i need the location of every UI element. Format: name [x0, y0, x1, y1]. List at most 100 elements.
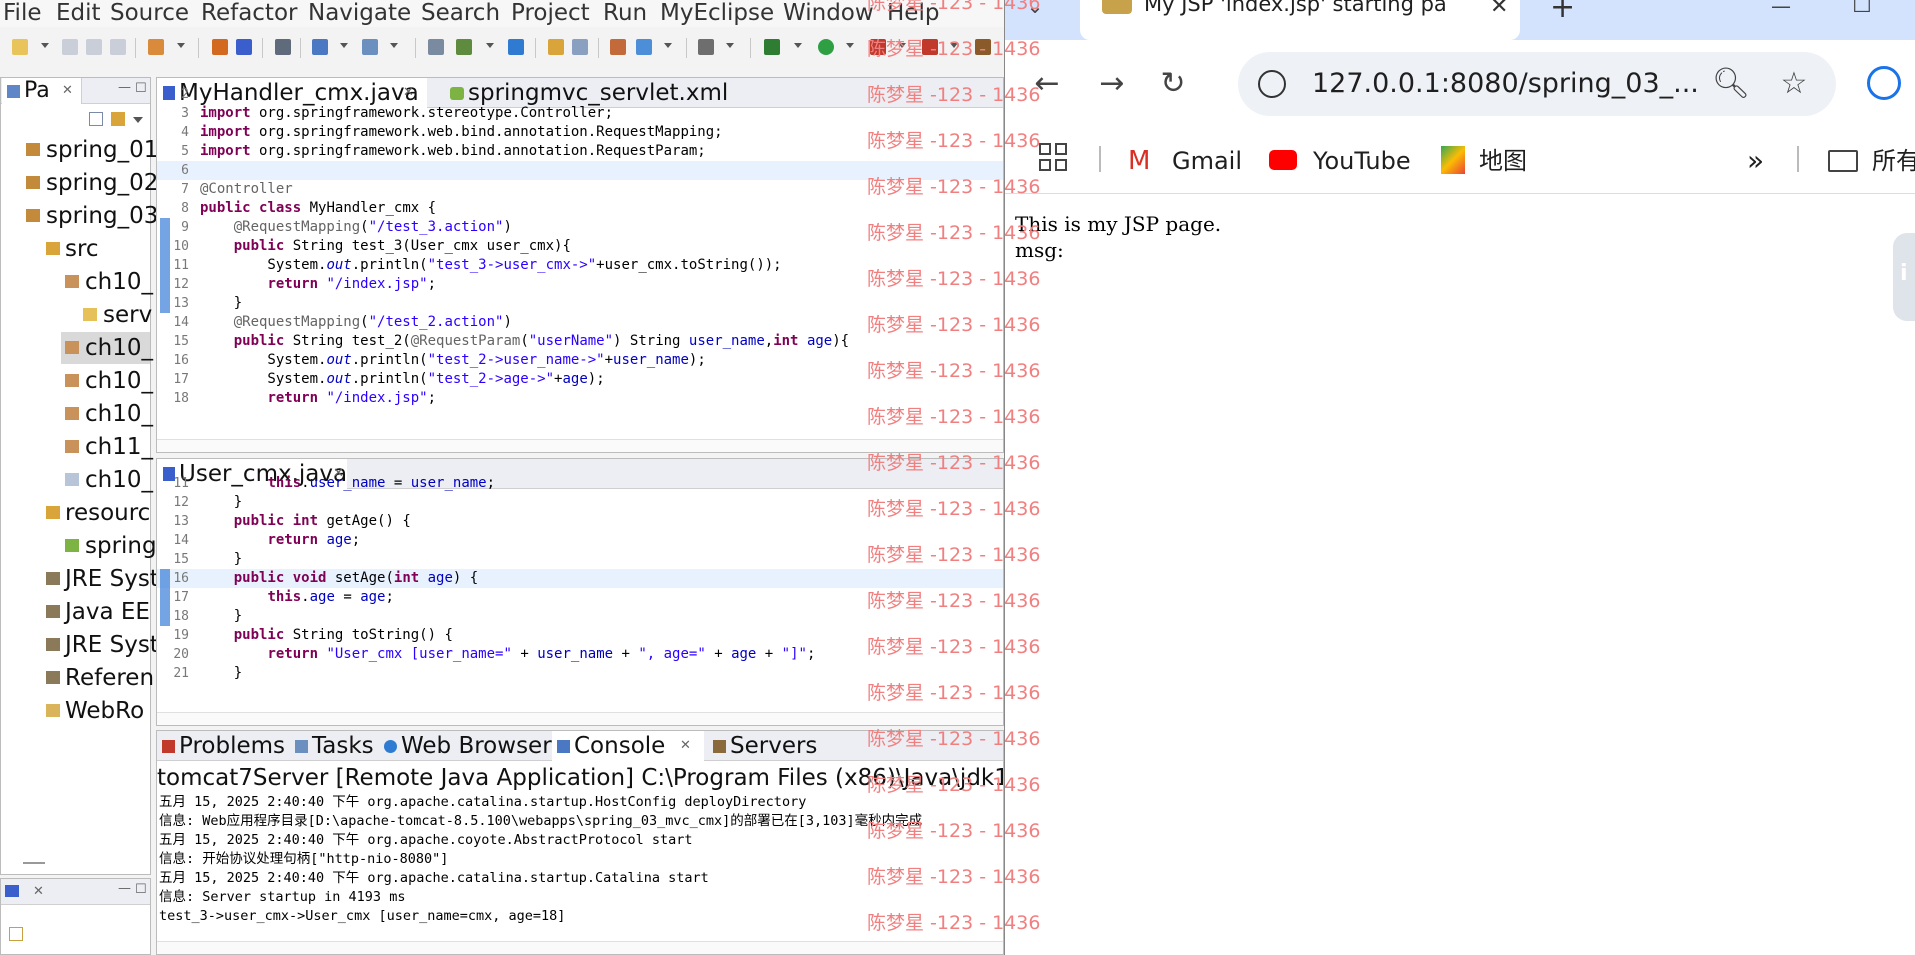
debug-dropdown-icon[interactable]	[794, 43, 802, 48]
code-line[interactable]: 7 @Controller	[157, 180, 1003, 199]
more-bookmarks-icon[interactable]: »	[1747, 136, 1764, 186]
code-line[interactable]: 18 }	[157, 607, 1003, 626]
bookmark-star-icon[interactable]: ☆	[1774, 64, 1814, 104]
close-icon[interactable]: ✕	[680, 738, 691, 753]
tab-servers[interactable]: Servers	[708, 731, 838, 761]
menu-source[interactable]: Source	[110, 0, 189, 27]
code-line[interactable]: 12 return "/index.jsp";	[157, 275, 1003, 294]
server-icon[interactable]	[275, 39, 291, 55]
run-dropdown-icon[interactable]	[846, 43, 854, 48]
code-line[interactable]: 16 System.out.println("test_2->user_name…	[157, 351, 1003, 370]
web-icon[interactable]	[456, 39, 472, 55]
tree-item-package[interactable]: ch11_	[1, 431, 153, 463]
menu-refactor[interactable]: Refactor	[201, 0, 297, 27]
db-explorer-icon[interactable]	[428, 39, 444, 55]
menu-window[interactable]: Window	[783, 0, 874, 27]
external-tools-icon[interactable]	[870, 39, 886, 55]
tab-console[interactable]: Console ✕	[552, 731, 704, 761]
tree-item-spring-xml[interactable]: spring	[1, 530, 157, 562]
profile-avatar-icon[interactable]	[1867, 66, 1901, 100]
print-icon[interactable]	[110, 39, 126, 55]
new-dropdown-icon[interactable]	[41, 43, 49, 48]
horizontal-scrollbar[interactable]	[157, 712, 1003, 725]
browser-tab[interactable]: My JSP 'index.jsp' starting pa ✕	[1080, 0, 1520, 40]
apps-grid-icon[interactable]	[1039, 143, 1067, 171]
code-line[interactable]: 17 System.out.println("test_2->age->"+ag…	[157, 370, 1003, 389]
forward-icon[interactable]: →	[1092, 64, 1132, 104]
menu-navigate[interactable]: Navigate	[308, 0, 411, 27]
code-line[interactable]: 14 return age;	[157, 531, 1003, 550]
tree-item-src[interactable]: src	[1, 233, 150, 265]
tree-item-spring02[interactable]: spring_02	[1, 167, 158, 199]
code-line[interactable]: 21 }	[157, 664, 1003, 683]
tree-item-package-selected[interactable]: ch10_	[61, 332, 153, 364]
run-on-server-icon[interactable]	[312, 39, 328, 55]
address-bar[interactable]: 127.0.0.1:8080/spring_03_... 🔍︎ ☆	[1238, 52, 1836, 116]
code-line[interactable]: 13 }	[157, 294, 1003, 313]
code-line[interactable]: 13 public int getAge() {	[157, 512, 1003, 531]
code-line[interactable]: 11 this.user_name = user_name;	[157, 474, 1003, 493]
deploy-icon[interactable]	[236, 39, 252, 55]
horizontal-scrollbar[interactable]	[157, 439, 1003, 452]
refresh-icon[interactable]	[572, 39, 588, 55]
code-line[interactable]: 17 this.age = age;	[157, 588, 1003, 607]
code-line[interactable]: 4 import org.springframework.web.bind.ann…	[157, 123, 1003, 142]
camera-dropdown-icon[interactable]	[726, 43, 734, 48]
close-tab-icon[interactable]: ✕	[1490, 0, 1508, 19]
tree-item-file[interactable]: ch10_	[1, 464, 153, 496]
tree-item-references[interactable]: Referen	[1, 662, 154, 694]
horizontal-scrollbar[interactable]	[157, 941, 1003, 954]
back-icon[interactable]: ←	[1027, 64, 1067, 104]
close-icon[interactable]: ✕	[62, 83, 73, 98]
minimize-icon[interactable]: —	[118, 80, 131, 95]
tree-item-file[interactable]: serv	[1, 299, 152, 331]
outline-icon[interactable]	[5, 885, 19, 897]
code-line[interactable]: 8 public class MyHandler_cmx {	[157, 199, 1003, 218]
collapse-all-icon[interactable]	[89, 112, 103, 126]
tab-search-icon[interactable]: ⌄	[1015, 0, 1055, 26]
reload-icon[interactable]: ↻	[1153, 64, 1193, 104]
external-dropdown-icon[interactable]	[898, 43, 906, 48]
code-line[interactable]: 15 }	[157, 550, 1003, 569]
tree-item-package[interactable]: ch10_	[1, 365, 153, 397]
new-tab-icon[interactable]: +	[1550, 0, 1575, 25]
minimize-window-icon[interactable]: —	[1761, 0, 1801, 26]
code-line[interactable]: 15 public String test_2(@RequestParam("u…	[157, 332, 1003, 351]
code-line[interactable]: 20 return "User_cmx [user_name=" + user_…	[157, 645, 1003, 664]
menu-search[interactable]: Search	[421, 0, 500, 27]
code-line[interactable]: 5 import org.springframework.web.bind.ann…	[157, 142, 1003, 161]
menu-edit[interactable]: Edit	[56, 0, 101, 27]
zoom-icon[interactable]: 🔍︎	[1711, 64, 1751, 104]
scroll-thumb[interactable]	[23, 862, 45, 864]
tree-item-javaee[interactable]: Java EE	[1, 596, 150, 628]
tab-tasks[interactable]: Tasks	[290, 731, 380, 761]
web-dropdown-icon[interactable]	[486, 43, 494, 48]
maximize-icon[interactable]: ☐	[135, 81, 147, 96]
debug-icon[interactable]	[764, 39, 780, 55]
editor-user-cmx[interactable]: User_cmx.java ✕ 11 this.user_name = user…	[156, 458, 1004, 726]
site-info-icon[interactable]	[1258, 70, 1286, 98]
tool-icon[interactable]	[610, 39, 626, 55]
stop-dropdown-icon[interactable]	[950, 43, 958, 48]
tree-item-jre[interactable]: JRE Syst	[1, 563, 159, 595]
code-line[interactable]: 6	[157, 161, 1003, 180]
code-line[interactable]: 2	[157, 85, 1003, 104]
tool-dropdown-icon[interactable]	[664, 43, 672, 48]
menu-file[interactable]: File	[3, 0, 42, 27]
package-icon[interactable]	[212, 39, 228, 55]
stop-icon[interactable]	[922, 39, 938, 55]
code-line[interactable]: 16 public void setAge(int age) {	[157, 569, 1003, 588]
menu-run[interactable]: Run	[603, 0, 647, 27]
open-dropdown-icon[interactable]	[177, 43, 185, 48]
globe-icon[interactable]	[508, 39, 524, 55]
extra-icon[interactable]	[975, 39, 991, 55]
tab-web-browser[interactable]: Web Browser	[379, 731, 552, 761]
code-line[interactable]: 19 public String toString() {	[157, 626, 1003, 645]
open-type-icon[interactable]	[148, 39, 164, 55]
code-line[interactable]: 9 @RequestMapping("/test_3.action")	[157, 218, 1003, 237]
side-panel-handle[interactable]: i	[1893, 233, 1915, 321]
menu-project[interactable]: Project	[511, 0, 590, 27]
folder-icon[interactable]	[548, 39, 564, 55]
tree-item-spring01[interactable]: spring_01	[1, 134, 158, 166]
code-line[interactable]: 18 return "/index.jsp";	[157, 389, 1003, 408]
